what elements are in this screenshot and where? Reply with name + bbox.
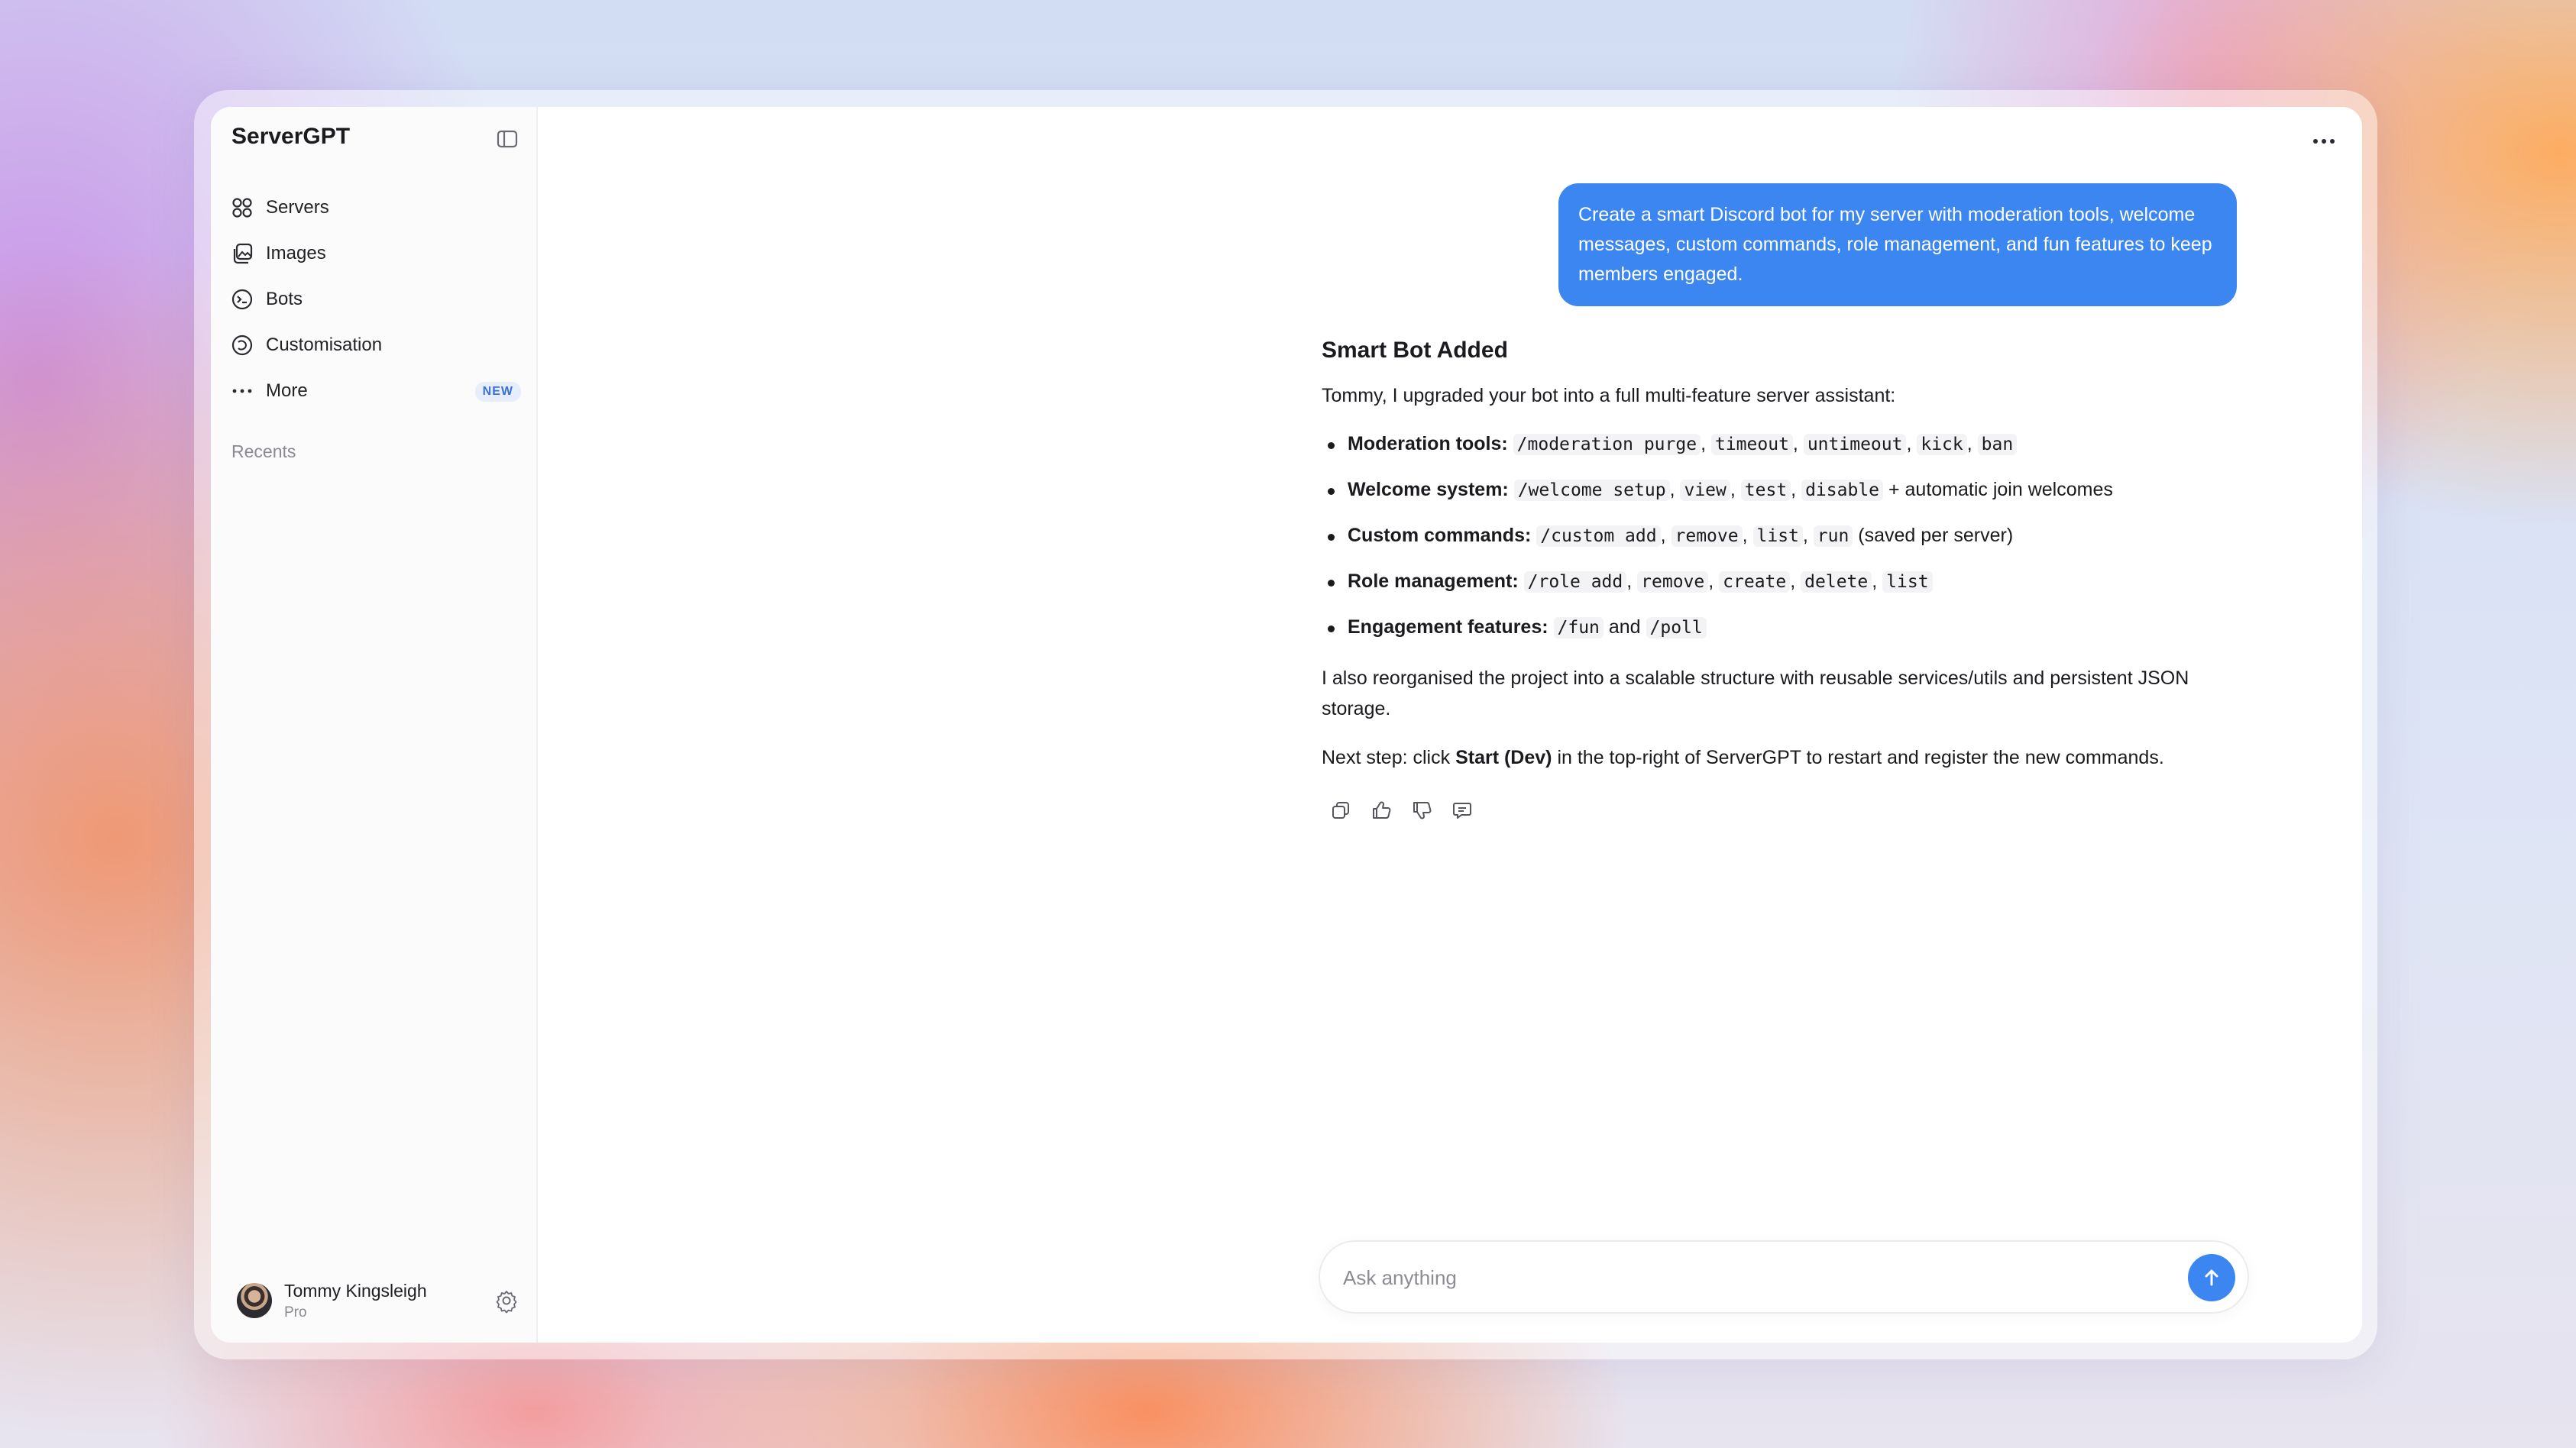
- feature-list: Moderation tools: /moderation purge, tim…: [1322, 422, 2246, 651]
- answer-next-step: Next step: click Start (Dev) in the top-…: [1322, 747, 2164, 768]
- new-badge: NEW: [474, 382, 521, 402]
- sidebar-item-more[interactable]: More NEW: [231, 368, 521, 414]
- sidebar-item-label: Images: [266, 243, 326, 263]
- app-window: ServerGPT Servers Images Bots Customisat…: [211, 107, 2362, 1343]
- sidebar-item-images[interactable]: Images: [231, 231, 521, 276]
- sidebar-item-servers[interactable]: Servers: [231, 185, 521, 231]
- thumbs-up-icon: [1373, 801, 1391, 819]
- composer: [1319, 1240, 2249, 1314]
- sidebar-toggle-icon: [497, 130, 518, 148]
- avatar: [237, 1283, 272, 1318]
- thumbs-down-icon: [1413, 802, 1432, 819]
- recents-heading: Recents: [231, 441, 296, 461]
- chat-area: Create a smart Discord bot for my server…: [538, 107, 2362, 1343]
- feature-welcome: Welcome system: /welcome setup, view, te…: [1322, 467, 2246, 513]
- user-message: Create a smart Discord bot for my server…: [1558, 183, 2237, 306]
- copy-icon: [1332, 802, 1349, 819]
- ellipsis-icon: [2313, 139, 2335, 144]
- app-title: ServerGPT: [231, 124, 351, 149]
- chat-input[interactable]: [1343, 1260, 2145, 1295]
- assistant-message: Smart Bot Added Tommy, I upgraded your b…: [1322, 338, 2246, 823]
- feature-moderation: Moderation tools: /moderation purge, tim…: [1322, 422, 2246, 467]
- arrow-up-icon: [2205, 1269, 2218, 1286]
- user-profile[interactable]: Tommy Kingsleigh Pro: [237, 1277, 519, 1324]
- thumbs-up-button[interactable]: [1368, 797, 1394, 823]
- images-icon: [233, 243, 253, 264]
- more-options-button[interactable]: [2309, 130, 2339, 153]
- sidebar-item-bots[interactable]: Bots: [231, 276, 521, 322]
- answer-reorg: I also reorganised the project into a sc…: [1322, 667, 2189, 719]
- thumbs-down-button[interactable]: [1409, 797, 1435, 823]
- message-actions: [1328, 797, 2246, 823]
- feedback-button[interactable]: [1449, 797, 1475, 823]
- gear-icon: [496, 1291, 517, 1314]
- grid-icon: [232, 198, 252, 218]
- palette-icon: [231, 335, 253, 356]
- copy-button[interactable]: [1328, 797, 1354, 823]
- user-plan: Pro: [284, 1304, 307, 1320]
- dots-icon: [232, 389, 252, 393]
- sidebar: ServerGPT Servers Images Bots Customisat…: [211, 107, 538, 1343]
- sidebar-item-label: Servers: [266, 197, 329, 218]
- comment-icon: [1453, 803, 1471, 819]
- feature-custom-commands: Custom commands: /custom add, remove, li…: [1322, 513, 2246, 559]
- sidebar-item-label: Bots: [266, 289, 303, 309]
- user-name: Tommy Kingsleigh: [284, 1280, 427, 1301]
- bot-icon: [231, 289, 253, 310]
- sidebar-item-label: More: [266, 380, 308, 401]
- answer-title: Smart Bot Added: [1322, 338, 1508, 363]
- answer-intro: Tommy, I upgraded your bot into a full m…: [1322, 385, 1896, 406]
- feature-role-management: Role management: /role add, remove, crea…: [1322, 559, 2246, 605]
- sidebar-item-label: Customisation: [266, 335, 383, 355]
- sidebar-nav: Servers Images Bots Customisation More N…: [231, 185, 521, 414]
- sidebar-item-customisation[interactable]: Customisation: [231, 322, 521, 368]
- sidebar-toggle-button[interactable]: [494, 127, 521, 151]
- feature-engagement: Engagement features: /fun and /poll: [1322, 605, 2246, 651]
- settings-button[interactable]: [494, 1288, 519, 1314]
- send-button[interactable]: [2188, 1254, 2235, 1301]
